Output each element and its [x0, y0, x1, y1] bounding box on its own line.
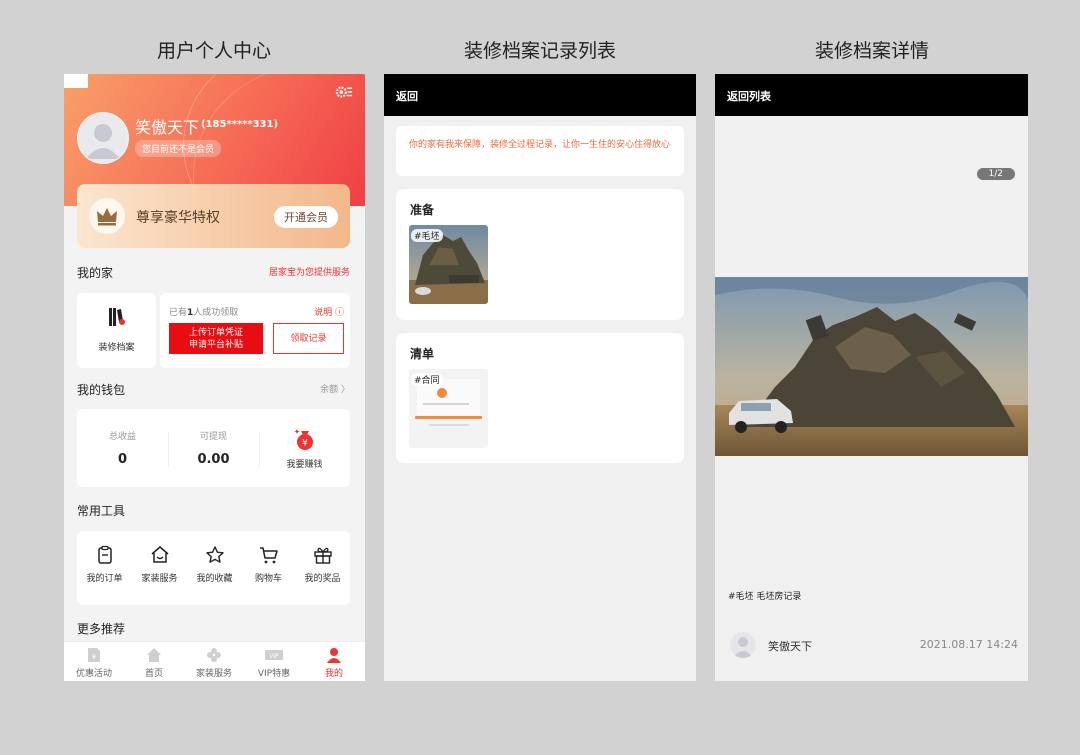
gift-icon	[313, 547, 332, 564]
archive-detail-screen: 返回列表 1/2 #毛坯 毛坯房记录 笑傲天下 2021.08.17 14:24	[715, 74, 1028, 681]
record-thumbnail[interactable]: #合同	[409, 369, 488, 448]
record-timestamp: 2021.08.17 14:24	[919, 638, 1018, 651]
renovation-archive-card[interactable]: 装修档案	[77, 293, 156, 368]
vip-privilege-card[interactable]: 尊享豪华特权 开通会员	[77, 184, 350, 248]
wallet-title: 我的钱包	[77, 383, 126, 397]
group-title: 清单	[410, 347, 435, 361]
author-name: 笑傲天下	[768, 640, 812, 653]
open-membership-button[interactable]: 开通会员	[274, 206, 338, 228]
tools-card: 我的订单 家装服务 我的收藏 购物车 我的奖品	[77, 531, 350, 605]
my-home-service-link[interactable]: 居家宝为您提供服务	[269, 265, 350, 278]
balance-link[interactable]: 余额 〉	[320, 382, 350, 395]
record-thumbnail[interactable]: #毛坯	[409, 225, 488, 304]
group-title: 准备	[410, 203, 435, 217]
image-pager-indicator: 1/2	[976, 168, 1015, 180]
vip-title: 尊享豪华特权	[136, 210, 220, 226]
crown-icon	[89, 198, 125, 234]
coupon-icon: ¥	[88, 648, 100, 662]
caption-profile: 用户个人中心	[156, 40, 271, 62]
group-prepare: 准备 #毛坯	[396, 189, 684, 320]
claim-count-text: 已有1人成功领取	[169, 308, 239, 318]
member-status-badge: 您目前还不是会员	[135, 140, 222, 157]
archive-list-screen: 返回 你的家有我来保障，装修全过程记录，让你一生住的安心住得放心 准备 #毛坯 …	[384, 74, 696, 681]
tab-home-service[interactable]: 家装服务	[184, 647, 244, 679]
profile-screen: 笑傲天下 (185*****331) 您目前还不是会员 尊享豪华特权 开通会员 …	[64, 74, 365, 681]
money-bag-icon: ¥	[293, 429, 313, 450]
more-recommend-title: 更多推荐	[77, 622, 126, 636]
wallet-card: 总收益 0 可提现 0.00 ¥ 我要赚钱	[77, 409, 350, 487]
thumbnail-tag: #毛坯	[411, 229, 443, 242]
status-notch	[64, 74, 88, 88]
archive-label: 装修档案	[98, 343, 135, 353]
archive-icon	[109, 308, 125, 326]
author-avatar[interactable]	[730, 632, 756, 658]
avatar[interactable]	[77, 112, 129, 164]
settings-gear-icon[interactable]	[335, 84, 353, 102]
tab-me[interactable]: 我的	[304, 647, 364, 679]
record-author-row: 笑傲天下 2021.08.17 14:24	[730, 632, 1020, 658]
tools-title: 常用工具	[77, 504, 126, 518]
svg-text:¥: ¥	[302, 439, 308, 449]
tab-home[interactable]: 首页	[124, 647, 184, 679]
tool-home-service[interactable]: 家装服务	[132, 545, 187, 584]
avatar-placeholder-icon	[86, 124, 120, 159]
withdrawable[interactable]: 可提现 0.00	[168, 429, 259, 467]
earn-money-button[interactable]: ¥ 我要赚钱	[259, 427, 350, 470]
caption-detail: 装修档案详情	[814, 40, 929, 62]
claim-records-button[interactable]: 领取记录	[273, 323, 344, 354]
help-link[interactable]: 说明 ⓘ	[314, 305, 344, 318]
user-phone: (185*****331)	[201, 119, 279, 130]
subsidy-claim-card: 已有1人成功领取 说明 ⓘ 上传订单凭证 申请平台补贴 领取记录	[160, 293, 350, 368]
tool-favorites[interactable]: 我的收藏	[187, 545, 242, 584]
clipboard-icon	[97, 545, 112, 564]
svg-text:¥: ¥	[92, 653, 97, 661]
back-button[interactable]: 返回	[396, 88, 418, 104]
tool-cart[interactable]: 购物车	[241, 545, 296, 584]
tab-vip-deals[interactable]: VIP VIP特惠	[244, 647, 304, 679]
notice-text: 你的家有我来保障，装修全过程记录，让你一生住的安心住得放心	[409, 140, 671, 150]
back-to-list-button[interactable]: 返回列表	[727, 88, 771, 104]
avatar-placeholder-icon	[733, 637, 753, 658]
group-checklist: 清单 #合同	[396, 333, 684, 463]
user-icon	[327, 648, 341, 663]
record-tag-text: #毛坯 毛坯房记录	[728, 592, 802, 602]
tab-promotions[interactable]: ¥ 优惠活动	[64, 647, 124, 679]
cart-icon	[259, 547, 278, 564]
notice-banner: 你的家有我来保障，装修全过程记录，让你一生住的安心住得放心	[396, 126, 684, 176]
bottom-tabbar: ¥ 优惠活动 首页 家装服务 VIP VIP特惠 我的	[64, 641, 365, 681]
list-topbar: 返回	[384, 74, 696, 116]
svg-text:VIP: VIP	[269, 653, 279, 660]
record-photo[interactable]	[715, 277, 1028, 456]
tool-prizes[interactable]: 我的奖品	[295, 545, 350, 584]
ticket-icon: VIP	[265, 650, 283, 660]
caption-list: 装修档案记录列表	[463, 40, 616, 62]
clover-icon	[207, 648, 221, 662]
tool-my-orders[interactable]: 我的订单	[77, 545, 132, 584]
my-home-title: 我的家	[77, 266, 114, 280]
total-earnings[interactable]: 总收益 0	[77, 429, 168, 467]
rubble-photo-image	[715, 277, 1028, 456]
user-name: 笑傲天下	[135, 118, 200, 137]
detail-topbar: 返回列表	[715, 74, 1028, 116]
home-icon	[151, 546, 168, 563]
home-tab-icon	[147, 648, 161, 662]
upload-order-proof-button[interactable]: 上传订单凭证 申请平台补贴	[169, 323, 263, 354]
star-icon	[205, 546, 224, 563]
thumbnail-tag: #合同	[411, 373, 443, 386]
